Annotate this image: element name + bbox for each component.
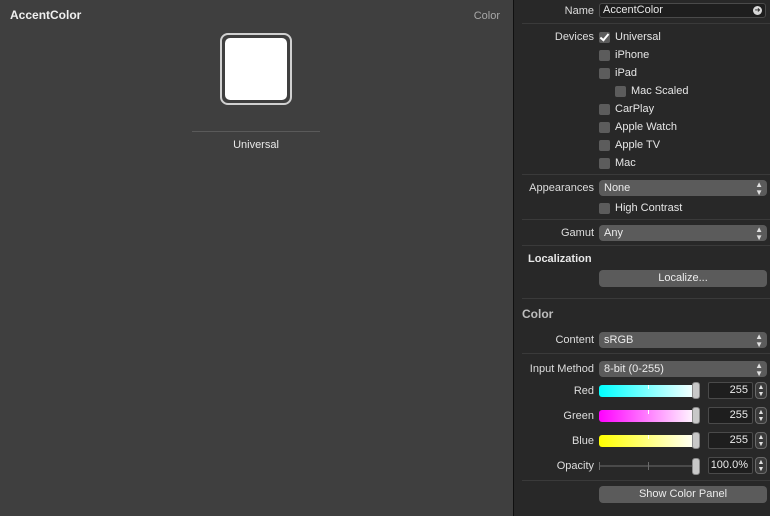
checkbox-checked-icon[interactable] <box>599 31 610 43</box>
checkbox-icon[interactable] <box>599 103 610 115</box>
gamut-popup[interactable]: Any ▲ ▼ <box>599 225 767 242</box>
divider <box>522 219 770 220</box>
localize-button[interactable]: Localize... <box>599 270 767 287</box>
gamut-label: Gamut <box>560 227 594 239</box>
slider-tick <box>648 462 649 470</box>
divider <box>522 480 770 481</box>
slider-thumb[interactable] <box>692 458 700 475</box>
slider-tick <box>648 435 649 439</box>
slider-thumb[interactable] <box>692 382 700 399</box>
slider-thumb[interactable] <box>692 407 700 424</box>
green-value-field[interactable]: 255 <box>708 407 753 424</box>
divider <box>522 353 770 354</box>
name-value: AccentColor <box>603 4 663 16</box>
divider <box>522 174 770 175</box>
chevron-updown-icon: ▲ ▼ <box>755 361 763 378</box>
opacity-label: Opacity <box>556 460 594 472</box>
localization-heading: Localization <box>528 253 592 265</box>
appearances-label: Appearances <box>529 182 594 194</box>
color-section-title: Color <box>522 307 554 321</box>
content-value: sRGB <box>604 334 634 346</box>
device-label: Apple TV <box>615 139 661 151</box>
device-label: iPhone <box>615 49 650 61</box>
device-ipad[interactable]: iPad <box>599 66 637 80</box>
slider-thumb[interactable] <box>692 432 700 449</box>
color-swatch-well[interactable] <box>220 33 292 105</box>
divider <box>522 298 770 299</box>
green-slider[interactable] <box>599 407 700 424</box>
color-swatch <box>225 38 287 100</box>
divider <box>522 23 770 24</box>
opacity-value-field[interactable]: 100.0% <box>708 457 753 474</box>
chevron-updown-icon: ▲ ▼ <box>755 180 763 197</box>
device-mac-scaled[interactable]: Mac Scaled <box>615 84 688 98</box>
slider-tick <box>599 462 600 470</box>
device-label: Apple Watch <box>615 121 677 133</box>
asset-title: AccentColor <box>10 8 82 22</box>
green-stepper[interactable]: ▲ ▼ <box>755 407 767 424</box>
appearances-popup[interactable]: None ▲ ▼ <box>599 180 767 197</box>
content-popup[interactable]: sRGB ▲ ▼ <box>599 332 767 349</box>
device-label: Mac <box>615 157 636 169</box>
checkbox-icon[interactable] <box>599 157 610 169</box>
high-contrast-option[interactable]: High Contrast <box>599 201 682 215</box>
name-label: Name <box>564 5 594 17</box>
content-label: Content <box>555 334 594 346</box>
device-apple-tv[interactable]: Apple TV <box>599 138 660 152</box>
asset-type-label: Color <box>473 10 500 22</box>
blue-label: Blue <box>571 435 594 447</box>
input-method-popup[interactable]: 8-bit (0-255) ▲ ▼ <box>599 361 767 378</box>
blue-slider[interactable] <box>599 432 700 449</box>
device-label: Mac Scaled <box>631 85 689 97</box>
red-label: Red <box>573 385 594 397</box>
devices-label: Devices <box>554 31 594 43</box>
blue-stepper[interactable]: ▲ ▼ <box>755 432 767 449</box>
chevron-updown-icon: ▲ ▼ <box>755 332 763 349</box>
attributes-inspector: Name AccentColor ➜ Devices Universal iPh… <box>514 0 770 516</box>
checkbox-icon[interactable] <box>599 67 610 79</box>
checkbox-icon[interactable] <box>599 139 610 151</box>
device-label: Universal <box>615 31 661 43</box>
swatch-divider <box>192 131 320 132</box>
checkbox-icon[interactable] <box>599 49 610 61</box>
checkbox-icon[interactable] <box>599 121 610 133</box>
device-carplay[interactable]: CarPlay <box>599 102 654 116</box>
device-label: iPad <box>615 67 638 79</box>
chevron-updown-icon: ▲ ▼ <box>755 225 763 242</box>
appearances-value: None <box>604 182 631 194</box>
slider-tick <box>648 385 649 389</box>
device-mac[interactable]: Mac <box>599 156 636 170</box>
input-method-label: Input Method <box>529 363 594 375</box>
red-stepper[interactable]: ▲ ▼ <box>755 382 767 399</box>
name-field[interactable]: AccentColor ➜ <box>599 3 766 18</box>
device-label: CarPlay <box>615 103 655 115</box>
swatch-label: Universal <box>233 139 279 151</box>
high-contrast-label: High Contrast <box>615 202 683 214</box>
checkbox-icon[interactable] <box>615 85 626 97</box>
device-universal[interactable]: Universal <box>599 30 661 44</box>
gamut-value: Any <box>604 227 623 239</box>
green-label: Green <box>563 410 594 422</box>
input-method-value: 8-bit (0-255) <box>604 363 664 375</box>
slider-tick <box>648 410 649 414</box>
arrow-right-circle-icon[interactable]: ➜ <box>753 6 762 15</box>
divider <box>522 245 770 246</box>
opacity-stepper[interactable]: ▲ ▼ <box>755 457 767 474</box>
opacity-slider[interactable] <box>599 458 700 475</box>
checkbox-icon[interactable] <box>599 202 610 214</box>
show-color-panel-button[interactable]: Show Color Panel <box>599 486 767 503</box>
red-value-field[interactable]: 255 <box>708 382 753 399</box>
red-slider[interactable] <box>599 382 700 399</box>
blue-value-field[interactable]: 255 <box>708 432 753 449</box>
device-apple-watch[interactable]: Apple Watch <box>599 120 677 134</box>
asset-canvas: AccentColor Color Universal <box>0 0 513 516</box>
device-iphone[interactable]: iPhone <box>599 48 649 62</box>
